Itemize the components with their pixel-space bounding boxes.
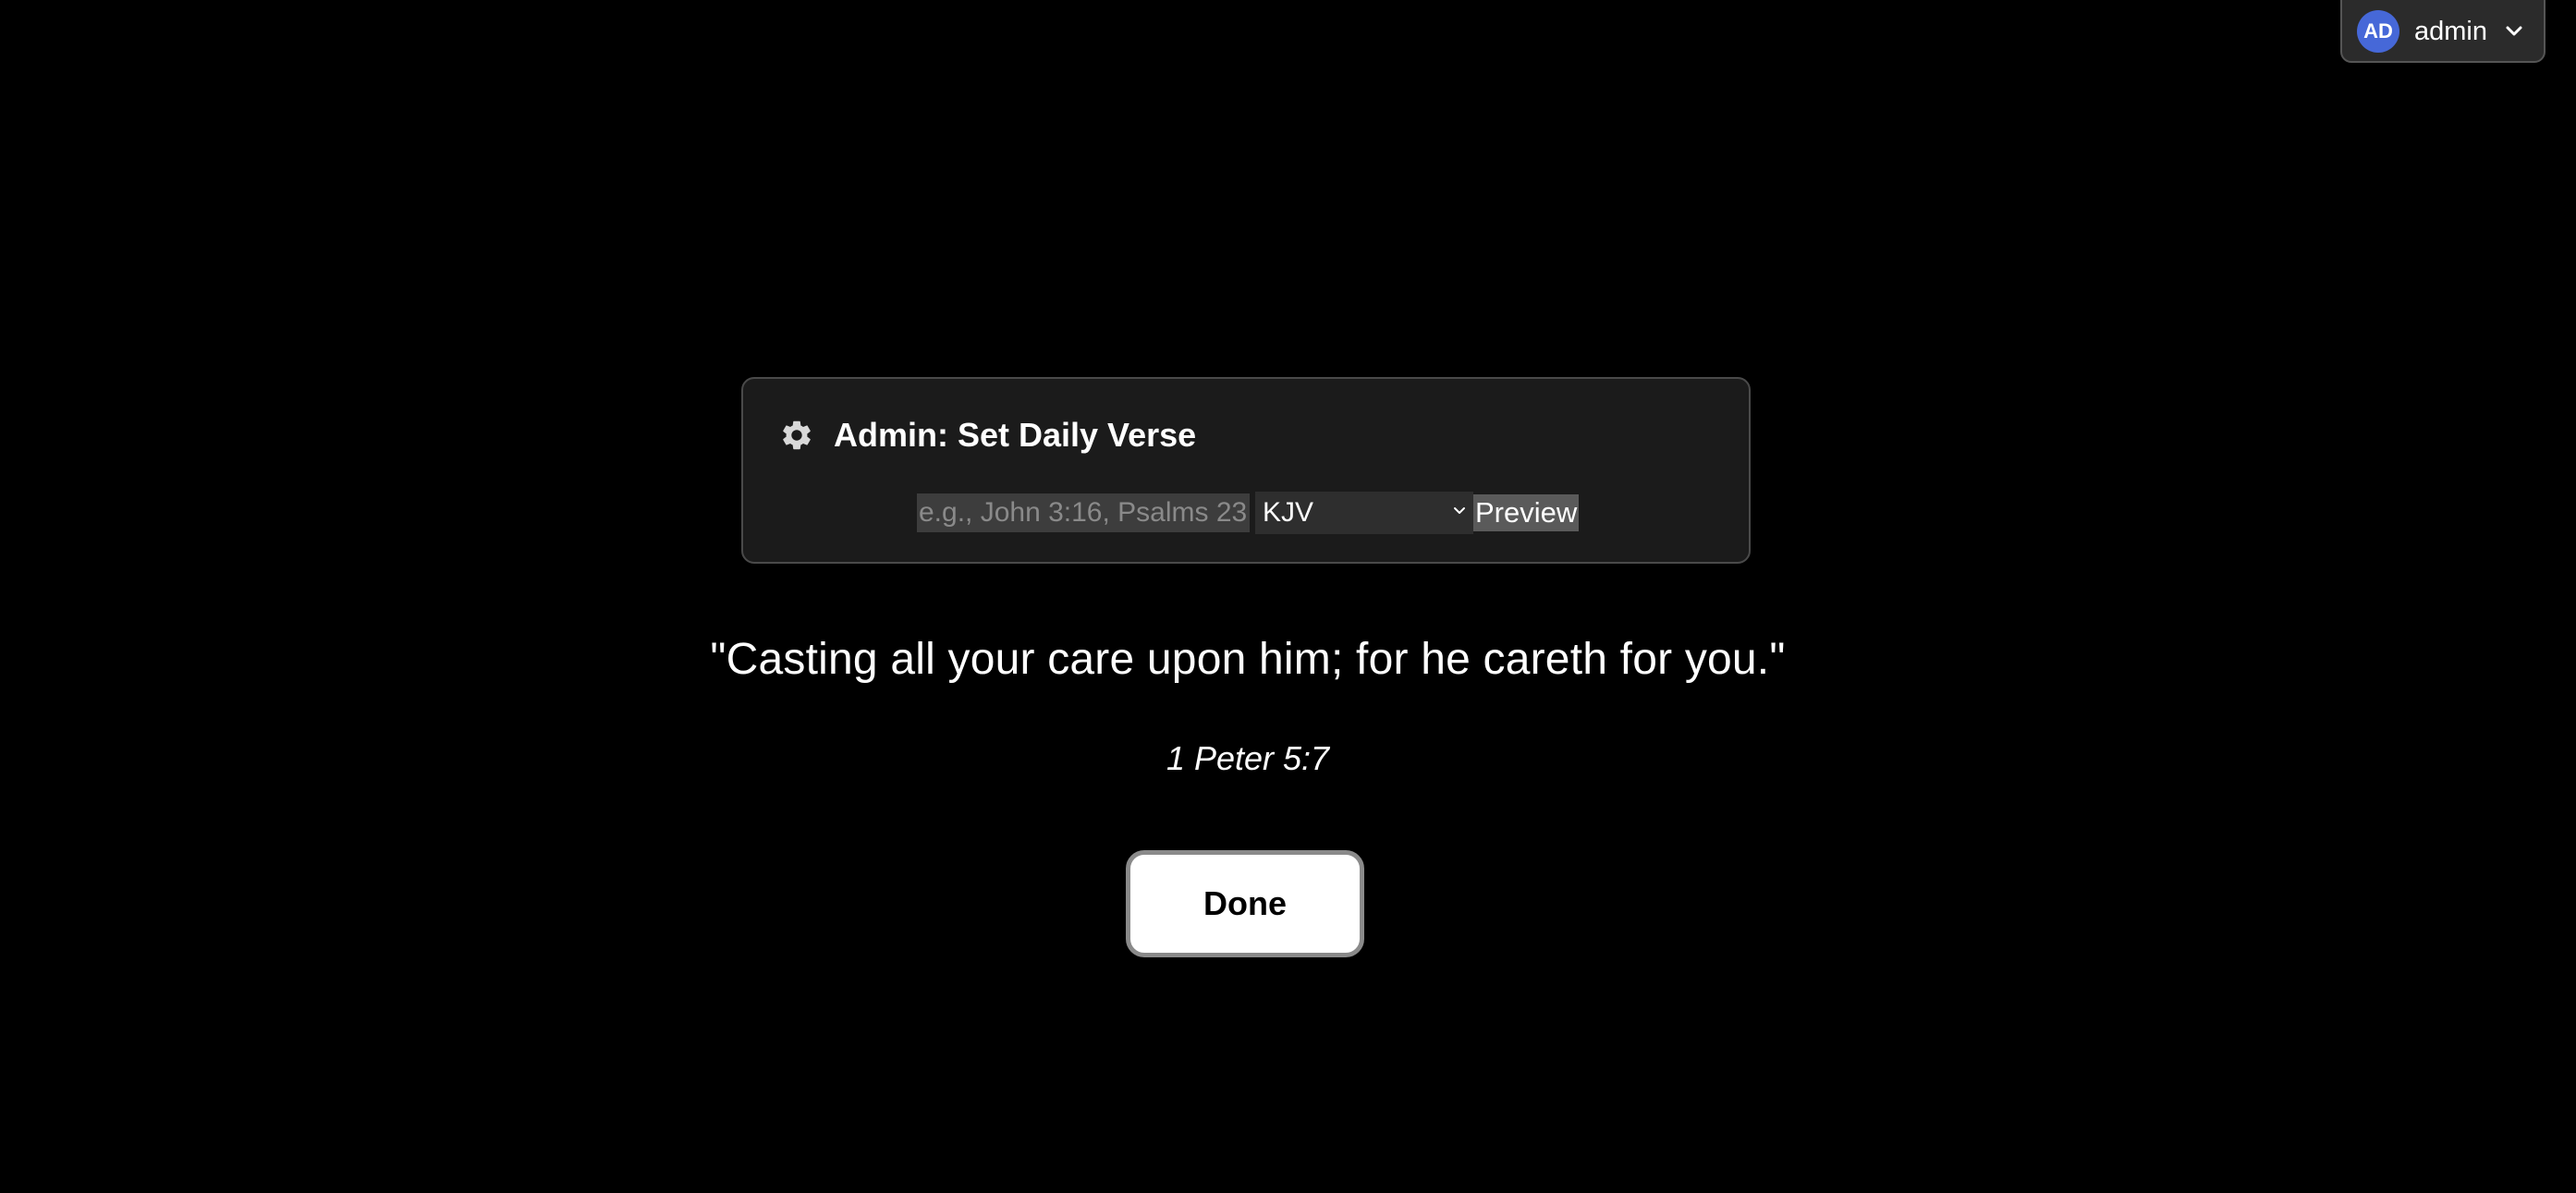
avatar: AD [2357, 10, 2399, 53]
verse-reference: 1 Peter 5:7 [1166, 739, 1330, 777]
panel-header: Admin: Set Daily Verse [778, 416, 1196, 455]
verse-controls: KJV Preview [917, 492, 1580, 534]
chevron-down-icon [1451, 503, 1468, 519]
verse-reference-input[interactable] [917, 493, 1250, 532]
verse-text: "Casting all your care upon him; for he … [710, 635, 1786, 684]
chevron-down-icon [2504, 21, 2524, 42]
version-select-value: KJV [1263, 497, 1314, 528]
version-select[interactable]: KJV [1255, 492, 1473, 534]
done-button[interactable]: Done [1126, 850, 1364, 957]
user-name: admin [2414, 16, 2487, 46]
panel-title: Admin: Set Daily Verse [834, 416, 1197, 454]
admin-panel: Admin: Set Daily Verse KJV Preview [741, 377, 1751, 564]
user-menu[interactable]: AD admin [2340, 0, 2545, 63]
preview-button[interactable]: Preview [1473, 494, 1580, 531]
page: AD admin Admin: Set Daily Verse KJV [0, 0, 2576, 1193]
gear-icon [778, 417, 815, 454]
